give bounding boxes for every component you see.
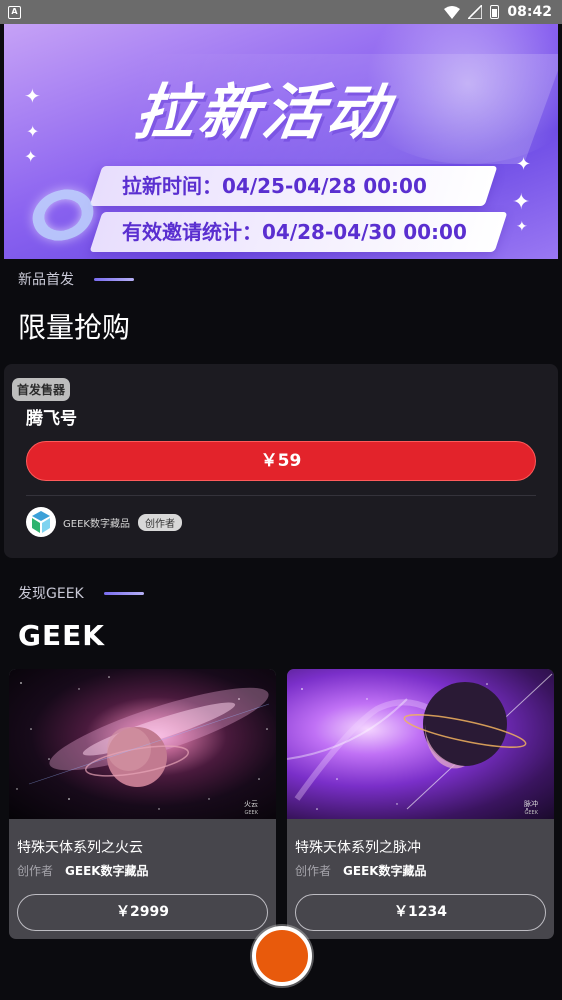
- section-title-geek: GEEK: [18, 619, 105, 652]
- price-button[interactable]: ￥1234: [295, 894, 546, 931]
- battery-icon: [490, 5, 500, 19]
- collectible-creator: 创作者 GEEK数字藏品: [17, 862, 149, 879]
- sparkle-icon: ✦: [516, 219, 528, 235]
- collectible-card[interactable]: 脉冲 GEEK 特殊天体系列之脉冲 创作者 GEEK数字藏品 ￥1234: [287, 669, 554, 939]
- section-tag-label: 新品首发: [18, 272, 74, 288]
- collectible-creator: 创作者 GEEK数字藏品: [295, 862, 427, 879]
- creator-label: 创作者: [17, 864, 54, 878]
- promo-banner[interactable]: 拉新活动 拉新时间：04/25-04/28 00:00 有效邀请统计：04/28…: [4, 24, 558, 259]
- creator-name: GEEK数字藏品: [65, 864, 149, 878]
- sparkle-icon: ✦: [512, 190, 531, 215]
- creator-label: 创作者: [295, 864, 332, 878]
- banner-title: 拉新活动: [130, 78, 397, 148]
- glass-ring-decoration: [25, 181, 101, 249]
- creator-avatar: [26, 507, 56, 537]
- wifi-icon: [444, 5, 461, 19]
- floating-action-button[interactable]: [252, 926, 312, 986]
- product-name: 腾飞号: [26, 409, 77, 429]
- buy-price-button[interactable]: ￥59: [26, 441, 536, 481]
- section-tag-label: 发现GEEK: [18, 586, 84, 602]
- geek-logo-icon: [32, 511, 50, 533]
- section-tag-new: 新品首发: [18, 269, 134, 289]
- price-button[interactable]: ￥2999: [17, 894, 268, 931]
- collectible-title: 特殊天体系列之火云: [17, 840, 143, 856]
- image-brand: GEEK: [524, 810, 538, 816]
- banner-line2: 有效邀请统计：04/28-04/30 00:00: [122, 220, 467, 244]
- section-underline: [94, 277, 134, 281]
- divider: [26, 495, 536, 496]
- notification-icon: A: [8, 5, 21, 19]
- pulsar-art: [287, 673, 553, 810]
- sparkle-icon: ✦: [24, 84, 41, 108]
- featured-product-card[interactable]: 首发售器 腾飞号 ￥59 GEEK数字藏品 创作者: [4, 364, 558, 558]
- section-title-limited: 限量抢购: [18, 311, 131, 344]
- collectible-title: 特殊天体系列之脉冲: [295, 840, 421, 856]
- creator-badge: 创作者: [137, 513, 182, 531]
- image-brand: GEEK: [244, 810, 258, 816]
- first-release-badge: 首发售器: [12, 378, 71, 401]
- sparkle-icon: ✦: [24, 147, 38, 166]
- clock: 08:42: [507, 4, 552, 20]
- status-bar: A 08:42: [0, 0, 562, 24]
- creator-name: GEEK数字藏品: [63, 518, 130, 530]
- signal-icon: [468, 5, 483, 19]
- image-caption: 脉冲: [524, 800, 538, 808]
- creator-name: GEEK数字藏品: [343, 864, 427, 878]
- banner-time-pill: 拉新时间：04/25-04/28 00:00: [89, 166, 498, 206]
- collectible-card[interactable]: 火云 GEEK 特殊天体系列之火云 创作者 GEEK数字藏品 ￥2999: [9, 669, 276, 939]
- sparkle-icon: ✦: [26, 122, 40, 141]
- sparkle-icon: ✦: [516, 154, 532, 175]
- nebula-art: [16, 676, 270, 810]
- creator-row[interactable]: GEEK数字藏品 创作者: [26, 507, 182, 537]
- image-caption: 火云: [244, 800, 258, 808]
- section-tag-discover: 发现GEEK: [18, 583, 144, 603]
- collectible-image: 脉冲 GEEK: [287, 669, 554, 819]
- banner-line1: 拉新时间：04/25-04/28 00:00: [122, 174, 427, 198]
- banner-stats-pill: 有效邀请统计：04/28-04/30 00:00: [89, 212, 508, 252]
- collectible-image: 火云 GEEK: [9, 669, 276, 819]
- section-underline: [103, 591, 144, 595]
